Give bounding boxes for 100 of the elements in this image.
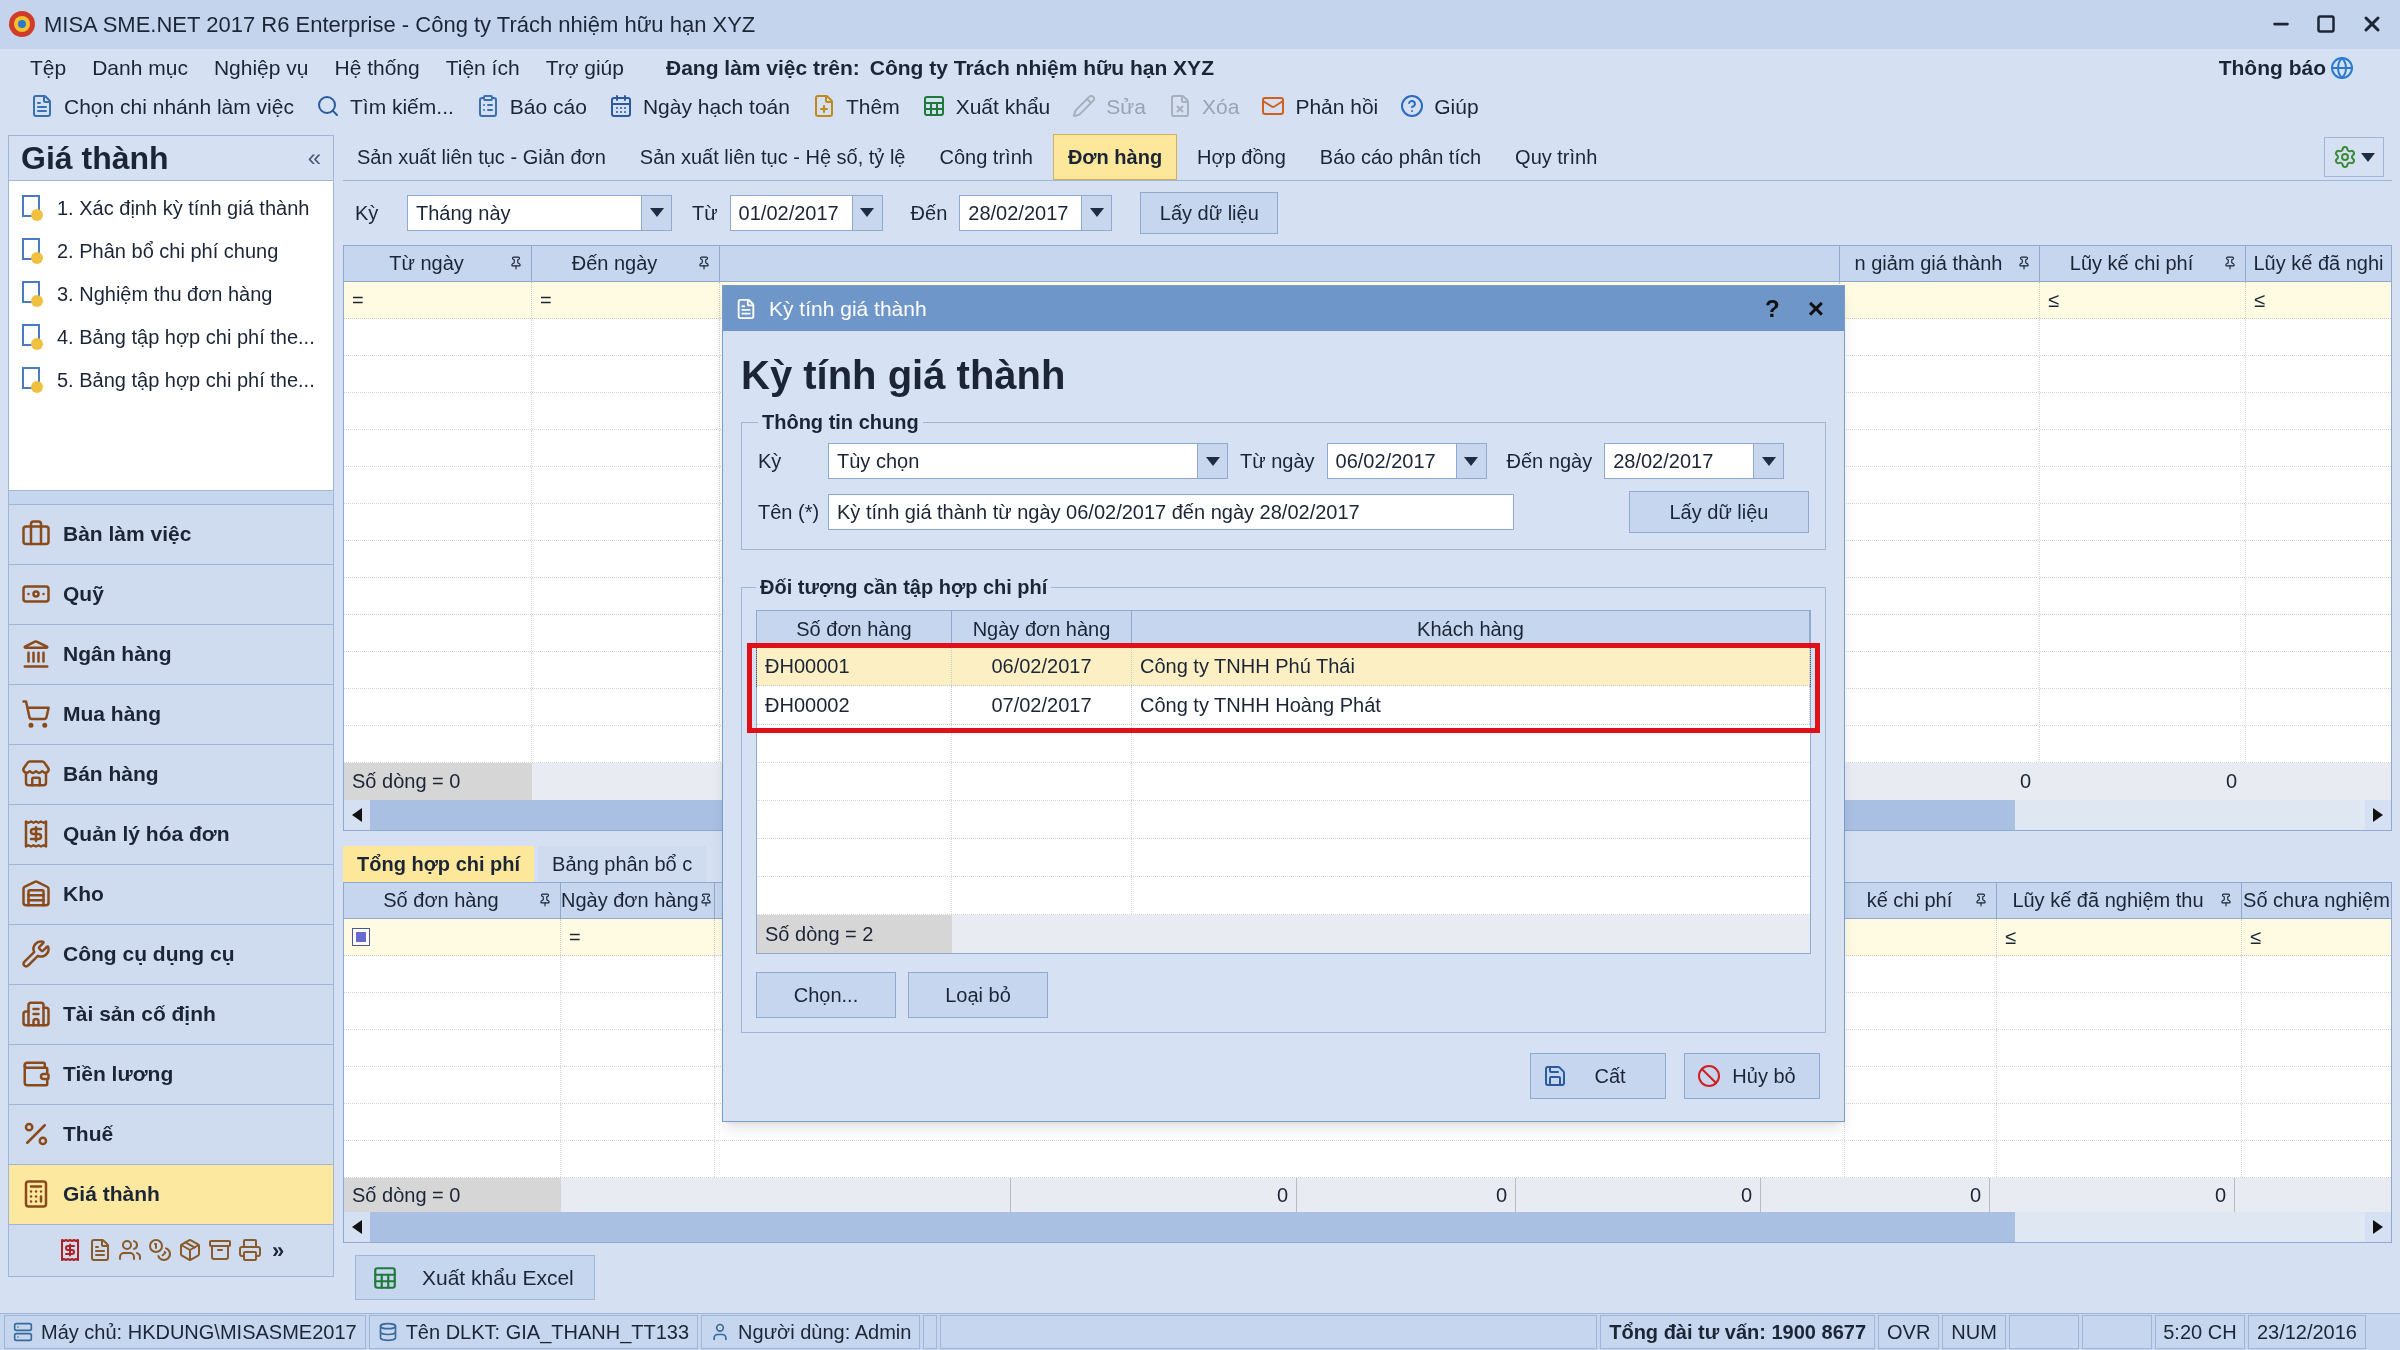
dropdown-field[interactable]: 01/02/2017	[729, 194, 883, 231]
tab[interactable]: Bảng phân bổ c	[538, 845, 707, 882]
toolbar-button[interactable]: Thêm	[812, 90, 900, 123]
toolbar-button[interactable]: Báo cáo	[475, 90, 587, 123]
tab[interactable]: Công trình	[925, 134, 1047, 180]
module-button[interactable]: Tiền lương	[8, 1044, 334, 1105]
help-button[interactable]: ?	[1756, 290, 1788, 327]
task-link[interactable]: 3. Nghiệm thu đơn hàng	[57, 279, 273, 309]
column-header[interactable]: Lũy kế chi phí	[2039, 245, 2245, 281]
toolbar-button[interactable]: Xuất khẩu	[921, 90, 1051, 123]
menu-item[interactable]: Tiện ích	[445, 52, 520, 84]
fetch-data-button[interactable]: Lấy dữ liệu	[1629, 491, 1809, 533]
table-row[interactable]: ĐH00001 06/02/2017 Công ty TNHH Phú Thái	[757, 647, 1810, 686]
more-button[interactable]: »	[271, 1233, 285, 1267]
module-button[interactable]: Bán hàng	[8, 744, 334, 805]
pin-icon[interactable]	[2017, 256, 2031, 270]
pin-icon[interactable]	[509, 256, 523, 270]
menu-item[interactable]: Danh mục	[92, 52, 188, 84]
archive-icon[interactable]	[207, 1238, 232, 1262]
tab[interactable]: Quy trình	[1501, 134, 1612, 180]
dropdown-field[interactable]: 06/02/2017	[1326, 443, 1487, 479]
scroll-left-icon[interactable]	[352, 807, 362, 822]
pin-icon[interactable]	[2223, 256, 2237, 270]
package-icon[interactable]	[177, 1238, 202, 1262]
menu-item[interactable]: Nghiệp vụ	[213, 52, 309, 84]
globe-icon[interactable]	[2330, 56, 2354, 81]
module-button[interactable]: Bàn làm việc	[8, 504, 334, 565]
column-header[interactable]: Số đơn hàng	[344, 882, 561, 918]
column-header[interactable]: n giảm giá thành	[1839, 245, 2039, 281]
module-button[interactable]: Thuế	[8, 1104, 334, 1165]
close-button[interactable]: ×	[1799, 287, 1832, 330]
dropdown-field[interactable]: Tùy chọn	[828, 443, 1228, 479]
scroll-right-icon[interactable]	[2373, 807, 2383, 822]
menu-item[interactable]: Tệp	[30, 52, 67, 84]
toolbar-button[interactable]: Tìm kiếm...	[315, 90, 454, 123]
dropdown-field[interactable]: 28/02/2017	[959, 194, 1113, 231]
column-header[interactable]: Đến ngày	[532, 245, 720, 281]
filter-operator[interactable]: ≤	[2246, 284, 2273, 315]
module-button[interactable]: Kho	[8, 864, 334, 925]
pin-icon[interactable]	[538, 893, 552, 907]
task-link[interactable]: 1. Xác định kỳ tính giá thành	[57, 193, 310, 223]
save-button[interactable]: Cất	[1530, 1053, 1666, 1099]
column-header[interactable]: Lũy kế đã nghiệm thu	[1996, 882, 2241, 918]
export-excel-button[interactable]: Xuất khẩu Excel	[355, 1255, 595, 1300]
module-button[interactable]: Giá thành	[8, 1164, 334, 1225]
module-button[interactable]: Mua hàng	[8, 684, 334, 745]
menu-item[interactable]: Hệ thống	[334, 52, 420, 84]
dropdown-field[interactable]: Tháng này	[407, 194, 672, 231]
filter-operator[interactable]: =	[532, 284, 560, 315]
filter-operator[interactable]: ≤	[2242, 921, 2269, 952]
tab[interactable]: Báo cáo phân tích	[1305, 134, 1496, 180]
remove-button[interactable]: Loại bỏ	[908, 972, 1048, 1018]
pin-icon[interactable]	[2219, 893, 2233, 907]
toolbar-button[interactable]: Phản hồi	[1261, 90, 1379, 123]
column-header[interactable]: Số đơn hàng	[757, 611, 952, 647]
tab[interactable]: Sản xuất liên tục - Hệ số, tỷ lệ	[625, 134, 920, 180]
menu-item[interactable]: Trợ giúp	[545, 52, 624, 84]
fetch-data-button[interactable]: Lấy dữ liệu	[1140, 191, 1279, 234]
table-row[interactable]: ĐH00002 07/02/2017 Công ty TNHH Hoàng Phát	[757, 686, 1810, 725]
pin-icon[interactable]	[1974, 893, 1988, 907]
tab[interactable]: Hợp đồng	[1183, 134, 1300, 180]
module-button[interactable]: Công cụ dụng cụ	[8, 924, 334, 985]
module-button[interactable]: Ngân hàng	[8, 624, 334, 685]
column-header[interactable]: Ngày đơn hàng	[952, 611, 1132, 647]
toolbar-button[interactable]: Giúp	[1400, 90, 1479, 123]
tab[interactable]: Tổng hợp chi phí	[343, 845, 535, 882]
people-icon[interactable]	[117, 1238, 142, 1262]
printer-icon[interactable]	[237, 1238, 262, 1262]
cancel-button[interactable]: Hủy bỏ	[1684, 1053, 1820, 1099]
checkbox-icon[interactable]	[352, 927, 370, 946]
name-field[interactable]: Kỳ tính giá thành từ ngày 06/02/2017 đến ngày 28/02/2017	[828, 494, 1514, 530]
column-header[interactable]: Số chưa nghiệm	[2241, 882, 2391, 918]
settings-button[interactable]	[2324, 137, 2384, 177]
task-link[interactable]: 2. Phân bổ chi phí chung	[57, 236, 279, 266]
tab[interactable]: Đơn hàng	[1052, 134, 1178, 180]
toolbar-button[interactable]: Ngày hạch toán	[608, 90, 790, 123]
scroll-right-icon[interactable]	[2373, 1219, 2383, 1234]
dropdown-field[interactable]: 28/02/2017	[1604, 443, 1785, 479]
column-header[interactable]: Từ ngày	[344, 245, 532, 281]
module-button[interactable]: Quỹ	[8, 564, 334, 625]
module-button[interactable]: Quản lý hóa đơn	[8, 804, 334, 865]
column-header[interactable]: Khách hàng	[1132, 611, 1810, 647]
toolbar-button[interactable]: Chọn chi nhánh làm việc	[30, 90, 294, 123]
choose-button[interactable]: Chọn...	[756, 972, 896, 1018]
column-header[interactable]: Ngày đơn hàng	[561, 882, 715, 918]
coins-icon[interactable]	[147, 1238, 172, 1262]
collapse-button[interactable]: «	[307, 139, 321, 176]
pin-icon[interactable]	[698, 893, 713, 907]
notification-link[interactable]: Thông báo	[2218, 52, 2326, 84]
module-button[interactable]: Tài sản cố định	[8, 984, 334, 1045]
scrollbar-thumb[interactable]	[370, 1211, 2015, 1242]
filter-operator[interactable]: =	[344, 284, 372, 315]
filter-operator[interactable]: ≤	[2040, 284, 2067, 315]
filter-operator[interactable]: =	[561, 921, 589, 952]
filter-operator[interactable]: ≤	[1997, 921, 2024, 952]
tab[interactable]: Sản xuất liên tục - Giản đơn	[343, 134, 620, 180]
scroll-left-icon[interactable]	[352, 1219, 362, 1234]
pin-icon[interactable]	[697, 256, 711, 270]
column-header[interactable]: Lũy kế đã nghi	[2245, 245, 2391, 281]
maximize-icon[interactable]	[2316, 14, 2336, 35]
